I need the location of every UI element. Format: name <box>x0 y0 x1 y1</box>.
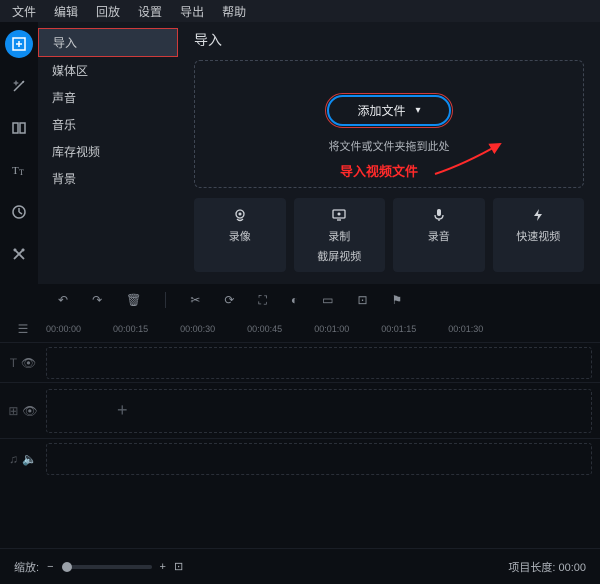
track-video-body[interactable]: + <box>46 389 592 433</box>
action-label: 录音 <box>428 228 450 244</box>
time-mark: 00:00:30 <box>180 324 215 334</box>
add-clip-button[interactable]: + <box>117 400 128 421</box>
project-length: 项目长度: 00:00 <box>508 559 586 575</box>
time-mark: 00:01:15 <box>381 324 416 334</box>
track-text-head[interactable]: T 👁 <box>0 356 46 370</box>
action-label: 录像 <box>229 228 251 244</box>
bolt-icon <box>530 206 546 224</box>
redo-icon[interactable]: ↷ <box>92 293 102 307</box>
menu-file[interactable]: 文件 <box>4 1 44 22</box>
action-label: 快速视频 <box>516 228 560 244</box>
time-mark: 00:00:00 <box>46 324 81 334</box>
project-length-label: 项目长度: <box>508 562 555 574</box>
menu-playback[interactable]: 回放 <box>88 1 128 22</box>
track-settings-head[interactable]: ☰ <box>0 322 46 336</box>
settings-icon: ☰ <box>18 322 29 336</box>
timeline: ☰ 00:00:00 00:00:15 00:00:30 00:00:45 00… <box>0 316 600 548</box>
zoom-label: 缩放: <box>14 559 39 575</box>
svg-text:T: T <box>12 165 19 177</box>
action-record-screen[interactable]: 录制 截屏视频 <box>294 198 386 272</box>
track-video-head[interactable]: ⊞ 👁 <box>0 404 46 418</box>
chevron-down-icon[interactable]: ▾ <box>415 105 420 116</box>
annotation-arrow-icon <box>430 139 510 179</box>
action-label-l2: 截屏视频 <box>317 248 361 264</box>
annotation-text: 导入视频文件 <box>340 161 418 180</box>
rotate-icon[interactable]: ⟳ <box>224 293 234 307</box>
svg-text:T: T <box>19 168 24 177</box>
camera-icon <box>232 206 248 224</box>
mic-icon <box>431 206 447 224</box>
time-mark: 00:00:45 <box>247 324 282 334</box>
menu-edit[interactable]: 编辑 <box>46 1 86 22</box>
sidebar-item-background[interactable]: 背景 <box>38 165 178 192</box>
video-track-icon: ⊞ <box>8 404 18 418</box>
text-track-icon: T <box>10 356 17 370</box>
time-mark: 00:00:15 <box>113 324 148 334</box>
sidebar-item-sound[interactable]: 声音 <box>38 84 178 111</box>
rail-tools-icon[interactable] <box>5 240 33 268</box>
footer: 缩放: − + ⊡ 项目长度: 00:00 <box>0 548 600 584</box>
undo-icon[interactable]: ↶ <box>58 293 68 307</box>
sidebar: 导入 媒体区 声音 音乐 库存视频 背景 <box>38 22 178 284</box>
track-settings: ☰ 00:00:00 00:00:15 00:00:30 00:00:45 00… <box>0 316 600 342</box>
sidebar-item-music[interactable]: 音乐 <box>38 111 178 138</box>
zoom-in-button[interactable]: + <box>160 561 166 573</box>
sidebar-item-media[interactable]: 媒体区 <box>38 57 178 84</box>
sidebar-item-stock[interactable]: 库存视频 <box>38 138 178 165</box>
track-video: ⊞ 👁 + <box>0 382 600 438</box>
cut-icon[interactable]: ✂ <box>190 293 200 307</box>
zoom-fit-icon[interactable]: ⊡ <box>174 560 183 573</box>
track-audio-body[interactable] <box>46 443 592 475</box>
color-icon[interactable]: ◐ <box>291 293 298 307</box>
timeline-toolbar: ↶ ↷ 🗑 ✂ ⟳ ⛶ ◐ ▭ ⊡ ⚑ <box>0 284 600 316</box>
add-file-label: 添加文件 <box>357 102 405 119</box>
rail-clock-icon[interactable] <box>5 198 33 226</box>
content-panel: 导入 添加文件 ▾ 将文件或文件夹拖到此处 导入视频文件 录像 录制 截屏视频 <box>178 22 600 284</box>
rail-wand-icon[interactable] <box>5 72 33 100</box>
time-mark: 00:01:00 <box>314 324 349 334</box>
delete-icon[interactable]: 🗑 <box>126 293 141 307</box>
action-fast-video[interactable]: 快速视频 <box>493 198 585 272</box>
separator <box>165 292 166 308</box>
audio-track-icon: ♫ <box>9 452 18 466</box>
sidebar-item-import[interactable]: 导入 <box>38 28 178 57</box>
action-record-camera[interactable]: 录像 <box>194 198 286 272</box>
track-text-body[interactable] <box>46 347 592 379</box>
clip-icon[interactable]: ▭ <box>322 293 333 307</box>
track-audio: ♫ 🔈 <box>0 438 600 478</box>
visibility-icon[interactable]: 👁 <box>21 356 36 370</box>
left-rail: TT <box>0 22 38 284</box>
time-mark: 00:01:30 <box>448 324 483 334</box>
main-area: TT 导入 媒体区 声音 音乐 库存视频 背景 导入 添加文件 ▾ 将文件或文件… <box>0 22 600 284</box>
content-title: 导入 <box>194 30 584 50</box>
menu-help[interactable]: 帮助 <box>214 1 254 22</box>
zoom-out-button[interactable]: − <box>47 561 53 573</box>
time-ruler[interactable]: 00:00:00 00:00:15 00:00:30 00:00:45 00:0… <box>46 320 483 338</box>
crop-icon[interactable]: ⛶ <box>258 293 266 308</box>
marker-icon[interactable]: ⚑ <box>392 293 403 307</box>
track-text: T 👁 <box>0 342 600 382</box>
mute-icon[interactable]: 🔈 <box>22 452 37 466</box>
rail-text-icon[interactable]: TT <box>5 156 33 184</box>
menu-export[interactable]: 导出 <box>172 1 212 22</box>
visibility-icon[interactable]: 👁 <box>22 404 37 418</box>
rail-import-icon[interactable] <box>5 30 33 58</box>
project-length-value: 00:00 <box>558 562 586 574</box>
screen-icon <box>331 206 347 224</box>
action-label-l1: 录制 <box>328 228 350 244</box>
add-file-button[interactable]: 添加文件 ▾ <box>327 95 450 126</box>
action-row: 录像 录制 截屏视频 录音 快速视频 <box>194 198 584 272</box>
record-icon[interactable]: ⊡ <box>357 293 367 307</box>
rail-transition-icon[interactable] <box>5 114 33 142</box>
menu-settings[interactable]: 设置 <box>130 1 170 22</box>
zoom-slider[interactable] <box>62 565 152 569</box>
action-record-audio[interactable]: 录音 <box>393 198 485 272</box>
zoom-control: 缩放: − + ⊡ <box>14 559 183 575</box>
menubar: 文件 编辑 回放 设置 导出 帮助 <box>0 0 600 22</box>
track-audio-head[interactable]: ♫ 🔈 <box>0 452 46 466</box>
dropzone[interactable]: 添加文件 ▾ 将文件或文件夹拖到此处 导入视频文件 <box>194 60 584 188</box>
zoom-thumb[interactable] <box>62 562 72 572</box>
